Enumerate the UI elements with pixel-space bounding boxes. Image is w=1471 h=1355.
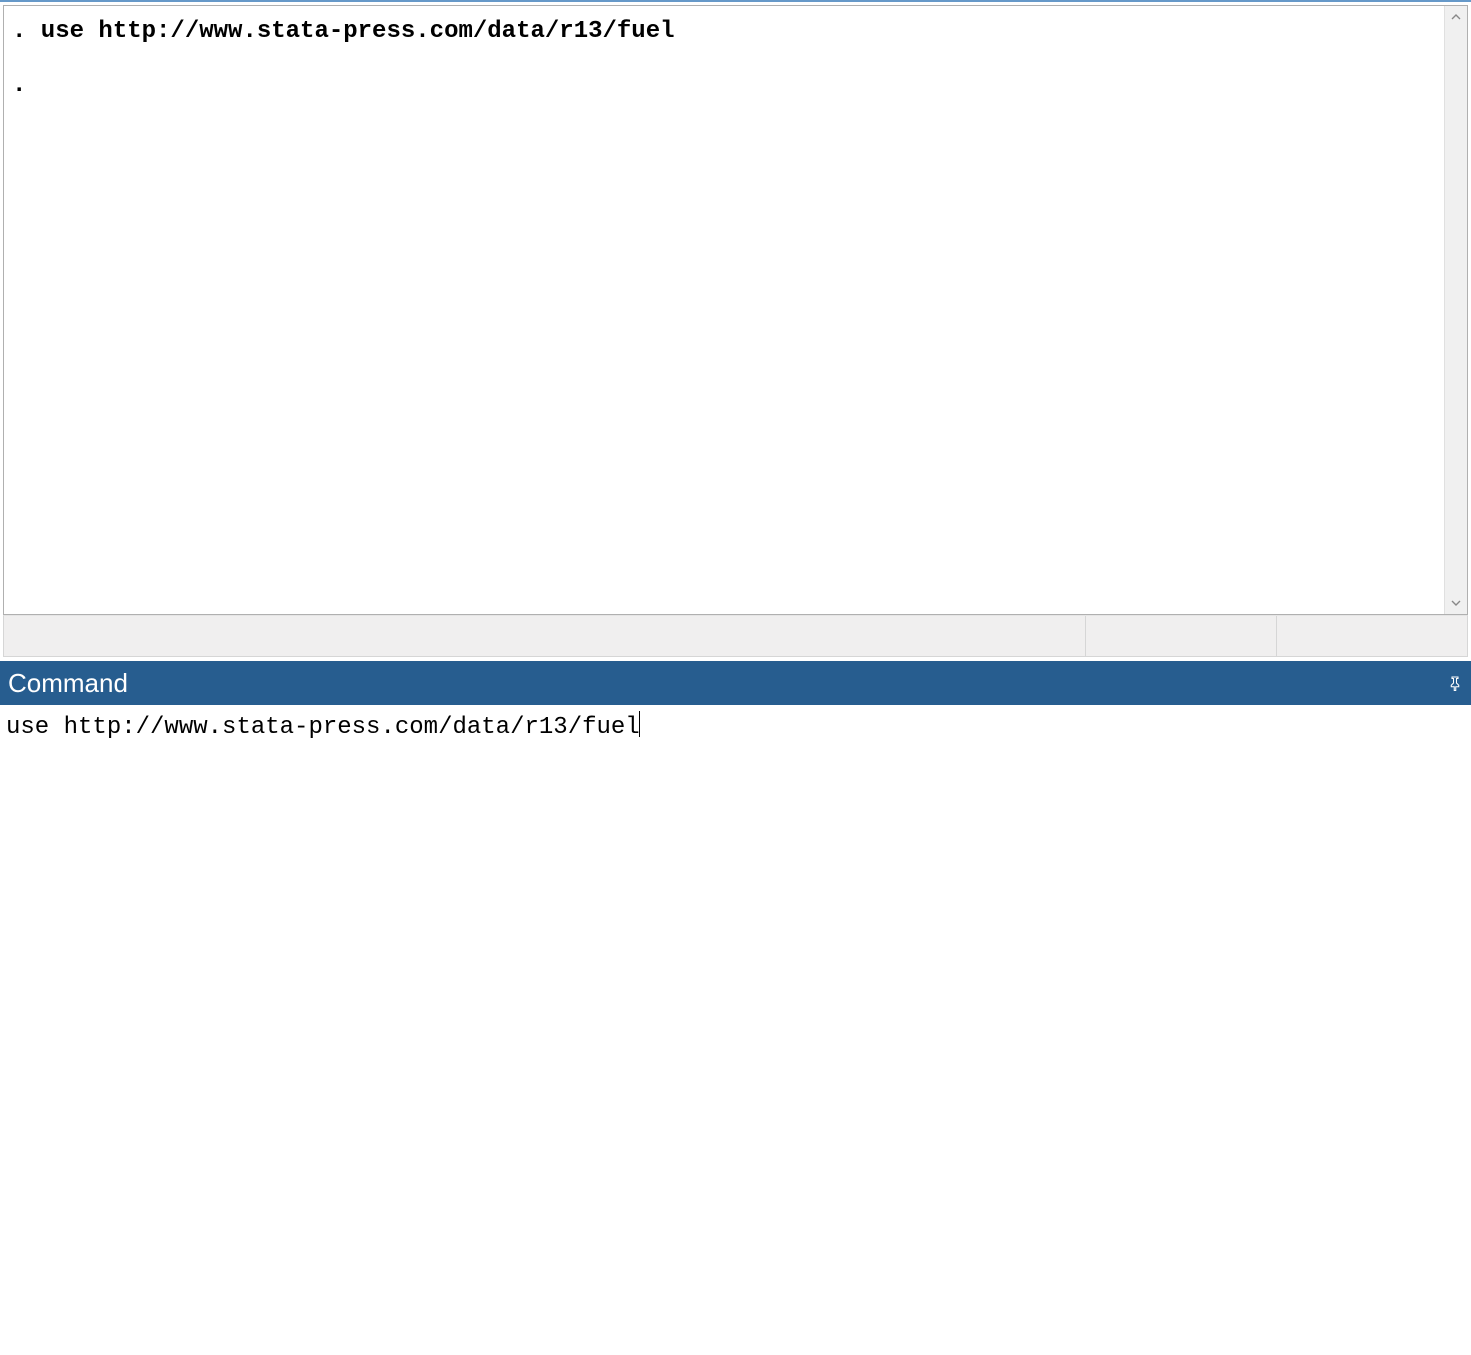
status-cell xyxy=(4,616,1086,656)
results-scrollbar[interactable] xyxy=(1444,6,1467,614)
pin-icon[interactable] xyxy=(1445,673,1465,693)
results-line: . use http://www.stata-press.com/data/r1… xyxy=(12,18,675,45)
status-bar xyxy=(3,615,1468,657)
status-cell xyxy=(1277,616,1467,656)
text-caret xyxy=(639,711,640,737)
command-input-text: use http://www.stata-press.com/data/r13/… xyxy=(6,714,640,741)
results-line: . xyxy=(12,72,26,99)
app-window: . use http://www.stata-press.com/data/r1… xyxy=(0,0,1471,1355)
command-input[interactable]: use http://www.stata-press.com/data/r13/… xyxy=(6,714,640,741)
chevron-up-icon[interactable] xyxy=(1445,6,1467,28)
command-panel-header: Command xyxy=(0,661,1471,705)
results-pane: . use http://www.stata-press.com/data/r1… xyxy=(3,5,1468,615)
chevron-down-icon[interactable] xyxy=(1445,592,1467,614)
command-panel-title: Command xyxy=(8,670,128,696)
command-input-area[interactable]: use http://www.stata-press.com/data/r13/… xyxy=(0,705,1471,1355)
status-cell xyxy=(1086,616,1277,656)
results-output[interactable]: . use http://www.stata-press.com/data/r1… xyxy=(4,6,1444,614)
